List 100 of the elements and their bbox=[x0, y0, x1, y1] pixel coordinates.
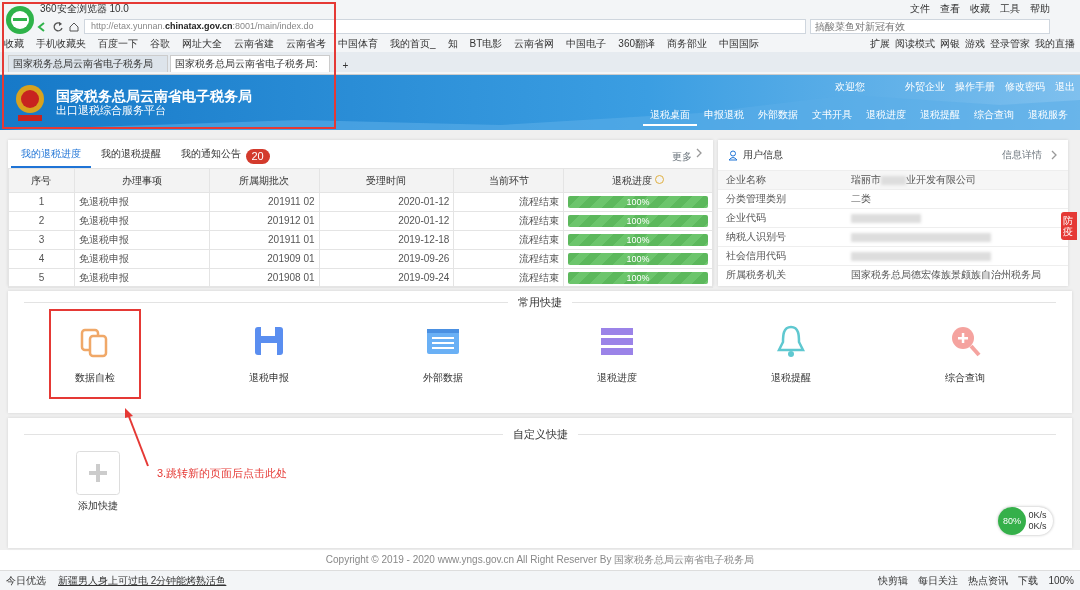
bookmark-item[interactable]: 云南省考 bbox=[286, 37, 326, 50]
table-cell: 4 bbox=[8, 249, 75, 269]
bookmark-item[interactable]: 云南省建 bbox=[234, 37, 274, 50]
bookmark-item[interactable]: 中国电子 bbox=[566, 37, 607, 50]
status-item[interactable]: 快剪辑 bbox=[878, 574, 909, 587]
menu-item[interactable]: 文件 bbox=[910, 3, 930, 15]
reload-icon[interactable] bbox=[52, 20, 64, 33]
column-header: 所属期批次 bbox=[209, 168, 320, 193]
progress-fill: 100% bbox=[568, 196, 708, 208]
shortcut-item[interactable]: 退税提醒 bbox=[745, 309, 837, 400]
details-link[interactable]: 信息详情 bbox=[1002, 149, 1042, 161]
bookmark-item[interactable]: 中国国际 bbox=[719, 37, 760, 50]
progress-fill: 100% bbox=[568, 234, 708, 246]
table-cell: 201908 01 bbox=[209, 268, 320, 288]
url-text: http://etax.yunnan.chinatax.gov.cn:8001/main/index.do bbox=[91, 21, 314, 32]
menu-item[interactable]: 收藏 bbox=[970, 3, 990, 15]
column-header: 受理时间 bbox=[319, 168, 454, 193]
bookmark-item[interactable]: 谷歌 bbox=[150, 37, 170, 50]
bookmark-item[interactable]: 360翻译 bbox=[618, 37, 656, 50]
table-cell: 流程结束 bbox=[453, 249, 564, 269]
annotation-arrow bbox=[122, 408, 152, 468]
table-cell: 2019-09-24 bbox=[319, 268, 454, 288]
window-title: 360安全浏览器 10.0 bbox=[40, 3, 129, 15]
home-icon[interactable] bbox=[68, 20, 80, 33]
browser-logo-icon bbox=[5, 5, 35, 35]
download-speed: 0K/s bbox=[1028, 521, 1047, 532]
shortcut-item[interactable]: 退税进度 bbox=[571, 309, 663, 400]
shortcut-item[interactable]: 外部数据 bbox=[397, 309, 489, 400]
toolbar-item[interactable]: 阅读模式 bbox=[895, 37, 935, 50]
table-cell: 免退税申报 bbox=[74, 211, 210, 231]
bookmark-item[interactable]: 网址大全 bbox=[182, 37, 222, 50]
section-title: 常用快捷 bbox=[8, 296, 1072, 310]
menu-item[interactable]: 查看 bbox=[940, 3, 960, 15]
table-cell: 流程结束 bbox=[453, 211, 564, 231]
status-item[interactable]: 每日关注 bbox=[918, 574, 959, 587]
shortcut-item[interactable]: 退税申报 bbox=[223, 309, 315, 400]
table-cell: 201911 02 bbox=[209, 192, 320, 212]
bookmark-item[interactable]: 云南省网 bbox=[514, 37, 555, 50]
progress-fill: 100% bbox=[568, 215, 708, 227]
column-header: 办理事项 bbox=[74, 168, 210, 193]
toolbar-item[interactable]: 网银 bbox=[940, 37, 960, 50]
footer-text: Copyright © 2019 - 2020 www.yngs.gov.cn All Right Reserver By 国家税务总局云南省电子税务局 bbox=[0, 550, 1080, 570]
field-label: 企业名称 bbox=[718, 170, 843, 190]
status-item[interactable]: 热点资讯 bbox=[968, 574, 1009, 587]
table-cell: 2020-01-12 bbox=[319, 192, 454, 212]
annotation-text: 3.跳转新的页面后点击此处 bbox=[157, 467, 288, 481]
welcome-text: 欢迎您 bbox=[835, 81, 865, 93]
field-value: 业开发有限公司 bbox=[906, 174, 976, 185]
panel-tab[interactable]: 我的退税提醒 bbox=[90, 142, 171, 168]
progress-fill: 100% bbox=[568, 253, 708, 265]
side-tab[interactable]: 防疫 bbox=[1061, 212, 1077, 240]
address-bar[interactable]: http://etax.yunnan.chinatax.gov.cn:8001/main/index.do bbox=[84, 19, 806, 34]
news-link[interactable]: 新疆男人身上可过电 2分钟能烤熟活鱼 bbox=[58, 574, 227, 587]
table-cell: 201911 01 bbox=[209, 230, 320, 250]
field-label: 纳税人识别号 bbox=[718, 227, 843, 247]
panel-title: 用户信息 bbox=[743, 149, 783, 161]
browser-tab[interactable]: 国家税务总局云南省电子税务局 bbox=[8, 55, 168, 72]
bookmark-item[interactable]: 手机收藏夹 bbox=[36, 37, 86, 50]
bookmark-item[interactable]: BT电影 bbox=[469, 37, 503, 50]
table-cell: 2019-12-18 bbox=[319, 230, 454, 250]
memory-gauge: 80% bbox=[998, 507, 1026, 535]
search-field[interactable]: 搞酸菜鱼对新冠有效 bbox=[810, 19, 1050, 34]
bookmark-item[interactable]: 我的首页_ bbox=[390, 37, 436, 50]
count-badge: 20 bbox=[245, 148, 270, 164]
toolbar-item[interactable]: 扩展 bbox=[870, 37, 890, 50]
bookmark-item[interactable]: 收藏 bbox=[4, 37, 24, 50]
table-cell: 201912 01 bbox=[209, 211, 320, 231]
zoom-level[interactable]: 100% bbox=[1048, 574, 1074, 587]
field-label: 社会信用代码 bbox=[718, 246, 843, 266]
bookmark-item[interactable]: 商务部业 bbox=[667, 37, 708, 50]
toolbar-item[interactable]: 游戏 bbox=[965, 37, 985, 50]
toolbar-item[interactable]: 登录管家 bbox=[990, 37, 1030, 50]
add-shortcut-label: 添加快捷 bbox=[78, 500, 118, 513]
table-cell: 免退税申报 bbox=[74, 192, 210, 212]
progress-fill: 100% bbox=[568, 272, 708, 284]
column-header: 退税进度 bbox=[563, 168, 713, 193]
more-link[interactable]: 更多 bbox=[671, 151, 692, 168]
table-cell: 3 bbox=[8, 230, 75, 250]
bookmark-item[interactable]: 百度一下 bbox=[98, 37, 138, 50]
panel-tab[interactable]: 我的通知公告 bbox=[170, 142, 243, 168]
menu-item[interactable]: 帮助 bbox=[1030, 3, 1050, 15]
field-label: 企业代码 bbox=[718, 208, 843, 228]
field-label: 分类管理类别 bbox=[718, 189, 843, 209]
toolbar-item[interactable]: 我的直播 bbox=[1035, 37, 1075, 50]
column-header: 序号 bbox=[8, 168, 75, 193]
menu-item[interactable]: 工具 bbox=[1000, 3, 1020, 15]
table-cell: 流程结束 bbox=[453, 268, 564, 288]
upload-speed: 0K/s bbox=[1028, 510, 1047, 521]
status-item[interactable]: 今日优选 bbox=[6, 574, 46, 587]
bookmark-item[interactable]: 知 bbox=[447, 37, 458, 50]
shortcut-item[interactable]: 综合查询 bbox=[919, 309, 1011, 400]
new-tab-button[interactable]: + bbox=[340, 60, 351, 72]
shortcut-item[interactable]: 数据自检 bbox=[49, 309, 141, 400]
browser-tab[interactable]: 国家税务总局云南省电子税务局: bbox=[170, 55, 330, 72]
field-value: 瑞丽市 bbox=[851, 174, 881, 185]
field-value: 国家税务总局德宏傣族景颇族自治州税务局 bbox=[851, 269, 1041, 281]
bookmark-item[interactable]: 中国体育 bbox=[338, 37, 378, 50]
table-cell: 流程结束 bbox=[453, 230, 564, 250]
section-title: 自定义快捷 bbox=[8, 428, 1072, 442]
status-item[interactable]: 下载 bbox=[1018, 574, 1039, 587]
